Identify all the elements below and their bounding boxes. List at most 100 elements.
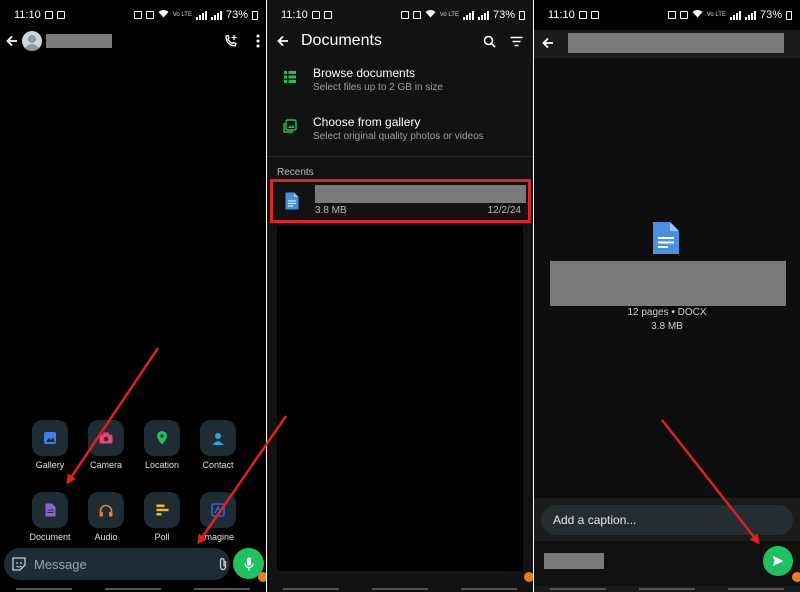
option-subtitle: Select original quality photos or videos xyxy=(313,131,484,142)
documents-header: Documents xyxy=(267,30,533,52)
imagine-icon[interactable] xyxy=(200,492,236,528)
attachment-menu: Gallery Camera Location Contact Document xyxy=(22,420,246,542)
battery-icon xyxy=(519,10,525,20)
status-bar: 11:10 Vo LTE 73% xyxy=(0,0,266,30)
volte-label: Vo LTE xyxy=(439,12,459,18)
attach-audio[interactable]: Audio xyxy=(78,492,134,542)
attach-label: Camera xyxy=(89,460,122,470)
page-title: Documents xyxy=(301,32,382,49)
battery-level: 73% xyxy=(759,9,782,21)
back-arrow-icon[interactable] xyxy=(277,35,289,47)
notification-icon xyxy=(56,11,65,19)
back-arrow-icon[interactable] xyxy=(542,37,554,49)
poll-icon[interactable] xyxy=(144,492,180,528)
add-call-icon[interactable] xyxy=(224,34,238,48)
document-icon[interactable] xyxy=(32,492,68,528)
paperclip-icon[interactable] xyxy=(218,557,228,571)
signal-icon xyxy=(210,10,222,20)
document-meta: 12 pages • DOCX xyxy=(627,307,707,318)
signal-icon xyxy=(744,10,756,20)
gallery-notification-icon xyxy=(311,11,320,19)
headphones-icon[interactable] xyxy=(88,492,124,528)
contact-name-redacted[interactable] xyxy=(46,34,112,48)
file-date: 12/2/24 xyxy=(487,205,521,216)
attach-label: Location xyxy=(144,460,180,470)
send-icon xyxy=(773,556,784,566)
send-button[interactable] xyxy=(763,546,793,576)
nav-bar xyxy=(267,586,533,592)
alarm-icon xyxy=(133,11,142,19)
gallery-icon xyxy=(283,119,297,133)
battery-level: 73% xyxy=(225,9,248,21)
gallery-notification-icon xyxy=(578,11,587,19)
signal-icon xyxy=(729,10,741,20)
mute-icon xyxy=(679,11,688,19)
document-preview-screen: 11:10 Vo LTE 73% 12 pages • DOCX 3.8 MB xyxy=(534,0,800,592)
file-size: 3.8 MB xyxy=(315,205,347,216)
message-bar xyxy=(4,548,250,580)
recents-heading: Recents xyxy=(277,167,314,178)
docx-file-icon xyxy=(285,192,299,210)
attach-document[interactable]: Document xyxy=(22,492,78,542)
clock: 11:10 xyxy=(14,9,41,21)
recipient-chip-redacted xyxy=(544,553,604,569)
nav-bar xyxy=(534,586,800,592)
nav-bar xyxy=(0,586,266,592)
overlay-dot xyxy=(258,572,266,582)
attach-label: Audio xyxy=(94,532,118,542)
attach-camera[interactable]: Camera xyxy=(78,420,134,470)
attach-label: Gallery xyxy=(35,460,65,470)
camera-icon[interactable] xyxy=(88,420,124,456)
battery-icon xyxy=(252,10,258,20)
avatar[interactable] xyxy=(22,31,42,51)
option-subtitle: Select files up to 2 GB in size xyxy=(313,82,444,93)
alarm-icon xyxy=(667,11,676,19)
attach-label: Imagine xyxy=(201,532,235,542)
caption-bar xyxy=(541,505,793,535)
status-bar: 11:10 Vo LTE 73% xyxy=(534,0,800,30)
chat-screen: 11:10 Vo LTE 73% Gallery Camera Location… xyxy=(0,0,266,592)
attach-label: Poll xyxy=(154,532,170,542)
notification-icon xyxy=(323,11,332,19)
volte-label: Vo LTE xyxy=(706,12,726,18)
file-name-redacted xyxy=(315,185,526,203)
overlay-dot xyxy=(792,572,800,582)
wifi-icon xyxy=(158,9,169,21)
recipient-name-redacted xyxy=(568,33,784,53)
volte-label: Vo LTE xyxy=(172,12,192,18)
wifi-icon xyxy=(425,9,436,21)
empty-list-area xyxy=(277,226,523,571)
attach-gallery[interactable]: Gallery xyxy=(22,420,78,470)
option-title: Browse documents xyxy=(313,66,416,80)
sort-icon[interactable] xyxy=(510,36,523,47)
contact-icon[interactable] xyxy=(200,420,236,456)
caption-input[interactable] xyxy=(553,513,781,527)
message-input[interactable] xyxy=(34,556,210,572)
document-title-redacted xyxy=(550,261,786,306)
attach-imagine[interactable]: Imagine xyxy=(190,492,246,542)
mic-icon xyxy=(243,557,254,570)
list-icon xyxy=(284,71,296,83)
browse-documents-option[interactable]: Browse documents Select files up to 2 GB… xyxy=(267,66,533,93)
mute-icon xyxy=(412,11,421,19)
recent-file-row[interactable]: 3.8 MB 12/2/24 xyxy=(270,179,531,223)
more-options-icon[interactable] xyxy=(256,34,260,48)
search-icon[interactable] xyxy=(483,35,496,48)
signal-icon xyxy=(195,10,207,20)
battery-level: 73% xyxy=(492,9,515,21)
attach-location[interactable]: Location xyxy=(134,420,190,470)
preview-header xyxy=(534,30,800,56)
attach-poll[interactable]: Poll xyxy=(134,492,190,542)
attach-label: Document xyxy=(29,532,71,542)
location-icon[interactable] xyxy=(144,420,180,456)
choose-from-gallery-option[interactable]: Choose from gallery Select original qual… xyxy=(267,115,533,142)
attach-label: Contact xyxy=(202,460,234,470)
status-bar: 11:10 Vo LTE 73% xyxy=(267,0,533,30)
back-arrow-icon[interactable] xyxy=(6,35,18,47)
gallery-icon[interactable] xyxy=(32,420,68,456)
clock: 11:10 xyxy=(548,9,575,21)
document-size: 3.8 MB xyxy=(651,321,683,332)
sticker-icon[interactable] xyxy=(12,557,26,571)
overlay-dot xyxy=(524,572,533,582)
attach-contact[interactable]: Contact xyxy=(190,420,246,470)
